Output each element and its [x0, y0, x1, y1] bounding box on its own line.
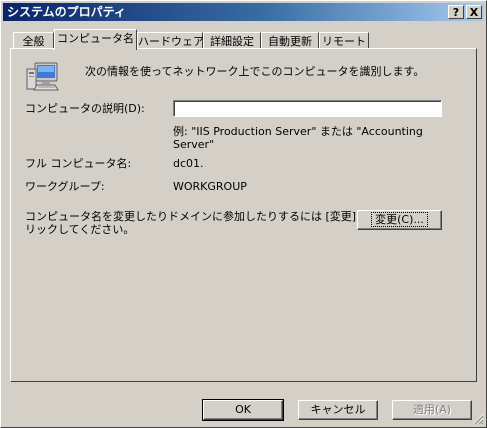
resize-grip-icon[interactable] [472, 413, 484, 425]
example-text-line2: Server" [173, 138, 215, 151]
tab-general[interactable]: 全般 [13, 32, 54, 49]
computer-icon [26, 62, 59, 91]
title-bar[interactable]: システムのプロパティ ? X [3, 3, 484, 21]
close-button[interactable]: X [466, 5, 482, 19]
cancel-button[interactable]: キャンセル [298, 400, 378, 420]
computer-description-input[interactable] [173, 100, 442, 117]
tab-automatic-updates[interactable]: 自動更新 [261, 32, 319, 49]
full-computer-name-label: フル コンピュータ名: [25, 157, 132, 170]
ok-button[interactable]: OK [202, 399, 284, 421]
intro-text: 次の情報を使ってネットワーク上でこのコンピュータを識別します。 [85, 65, 425, 78]
change-instructions-line1: コンピュータ名を変更したりドメインに参加したりするには [変更] をク [25, 210, 382, 223]
tab-advanced[interactable]: 詳細設定 [203, 32, 261, 49]
tab-computer-name[interactable]: コンピュータ名 [54, 29, 137, 50]
help-button[interactable]: ? [448, 5, 464, 19]
workgroup-label: ワークグループ: [25, 180, 105, 193]
computer-description-label: コンピュータの説明(D): [25, 102, 145, 115]
tab-remote[interactable]: リモート [319, 32, 369, 49]
change-button-label: 変更(C)... [371, 212, 428, 227]
tab-hardware[interactable]: ハードウェア [137, 32, 204, 49]
apply-button[interactable]: 適用(A) [392, 400, 472, 420]
change-instructions-line2: リックしてください。 [25, 223, 135, 236]
example-text-line1: 例: "IIS Production Server" または "Accounti… [173, 125, 423, 138]
change-button[interactable]: 変更(C)... [357, 210, 442, 230]
system-properties-window: システムのプロパティ ? X 全般 コンピュータ名 ハードウェア 詳細設定 自動… [0, 0, 487, 428]
full-computer-name-value: dc01. [173, 157, 204, 170]
workgroup-value: WORKGROUP [173, 180, 247, 193]
window-title: システムのプロパティ [7, 5, 126, 19]
